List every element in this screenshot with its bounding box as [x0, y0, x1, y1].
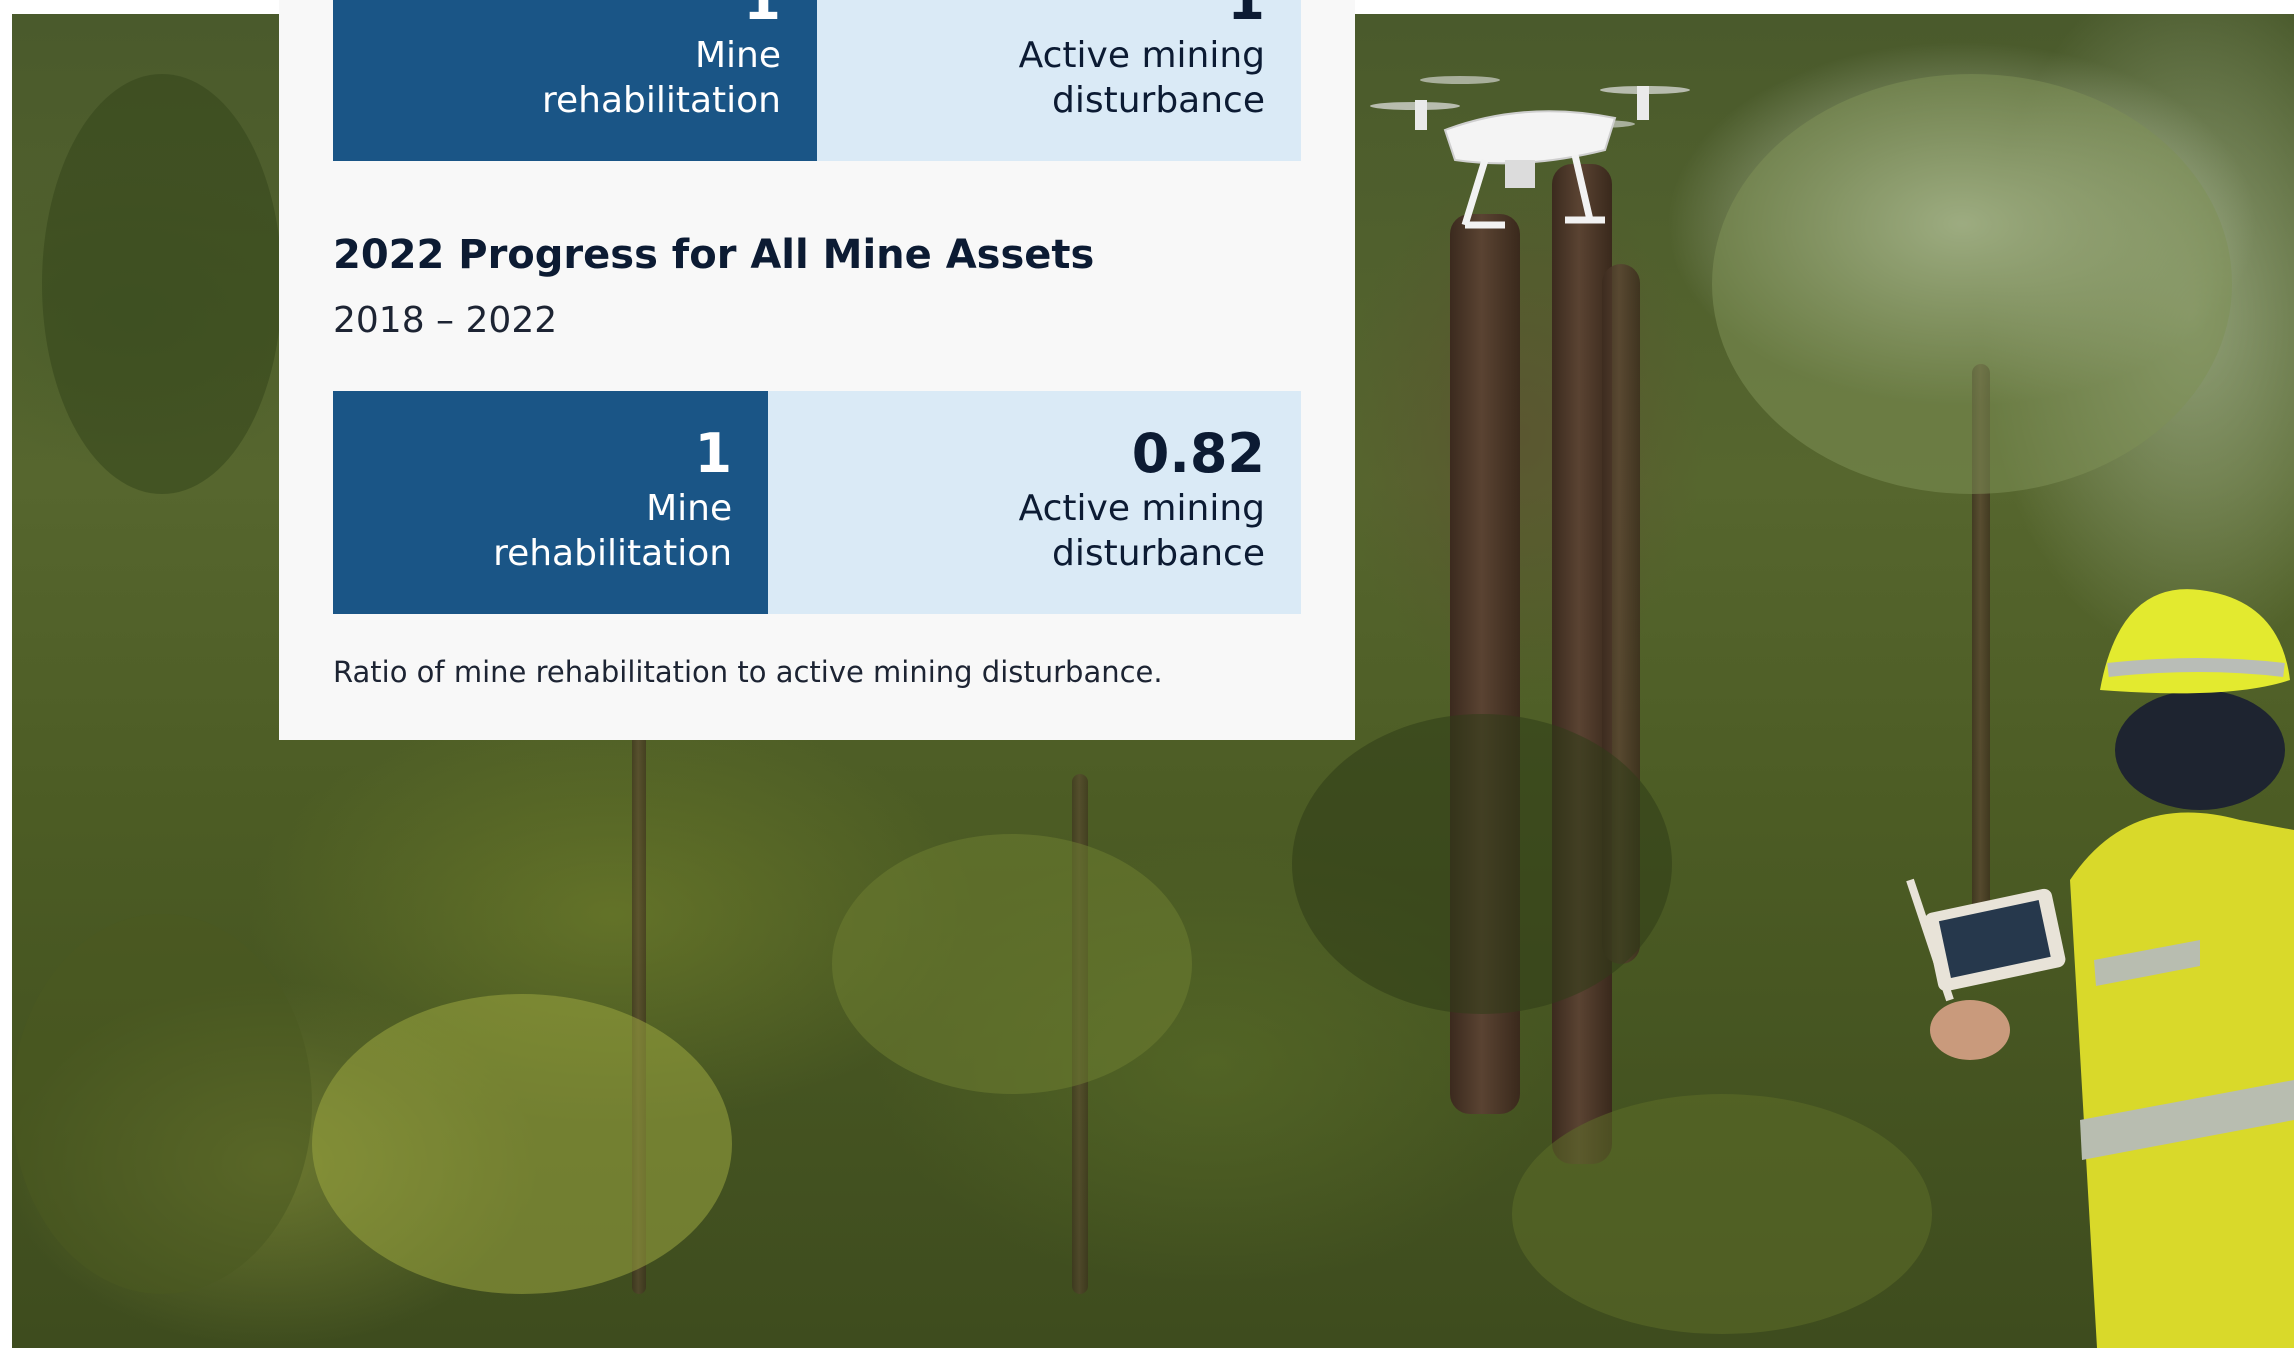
rehabilitation-label: Mine rehabilitation: [493, 488, 733, 574]
foliage: [832, 834, 1192, 1094]
rehabilitation-ratio-card: 1 Mine rehabilitation 1 Active mining di…: [279, 0, 1355, 740]
foliage: [1292, 714, 1672, 1014]
drone-icon: [1370, 76, 1690, 229]
rehabilitation-segment: 1 Mine rehabilitation: [333, 0, 817, 161]
disturbance-segment: 0.82 Active mining disturbance: [768, 391, 1301, 614]
rehabilitation-segment: 1 Mine rehabilitation: [333, 391, 769, 614]
section-period: 2018 – 2022: [333, 300, 558, 341]
rehabilitation-value: 1: [743, 0, 781, 32]
disturbance-label: Active mining disturbance: [1018, 488, 1265, 574]
disturbance-segment: 1 Active mining disturbance: [817, 0, 1301, 161]
ratio-footnote: Ratio of mine rehabilitation to active m…: [333, 655, 1163, 689]
section-title: 2022 Progress for All Mine Assets: [333, 232, 1095, 278]
disturbance-value: 1: [1227, 0, 1265, 32]
progress-ratio-bar: 1 Mine rehabilitation 0.82 Active mining…: [333, 391, 1301, 614]
rehabilitation-value: 1: [694, 422, 733, 485]
disturbance-value: 0.82: [1131, 422, 1265, 485]
worker-with-controller-icon: [1906, 589, 2294, 1348]
foliage: [1512, 1094, 1932, 1334]
previous-ratio-bar: 1 Mine rehabilitation 1 Active mining di…: [333, 0, 1301, 161]
foliage: [312, 994, 732, 1294]
foliage: [42, 74, 282, 494]
foliage: [1712, 74, 2232, 494]
disturbance-label: Active mining disturbance: [1018, 35, 1265, 121]
rehabilitation-label: Mine rehabilitation: [541, 35, 781, 121]
foliage: [12, 914, 312, 1294]
